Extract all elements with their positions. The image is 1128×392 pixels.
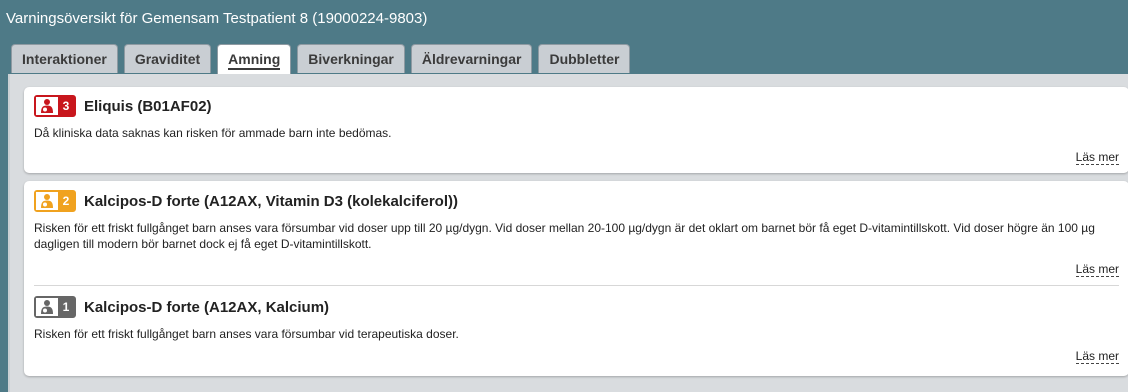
tab-label: Graviditet [134,51,201,67]
warning-description: Då kliniska data saknas kan risken för a… [34,126,392,140]
warning-card: 3 Eliquis (B01AF02) Då kliniska data sak… [24,87,1128,173]
tab-dubbletter[interactable]: Dubbletter [538,44,631,73]
severity-level: 3 [58,97,74,115]
tab-label: Äldrevarningar [421,51,522,67]
severity-level: 2 [58,192,74,210]
read-more-link[interactable]: Läs mer [1075,262,1119,277]
warning-overview-window: Varningsöversikt för Gemensam Testpatien… [0,0,1128,392]
warning-entry: 1 Kalcipos-D forte (A12AX, Kalcium) Risk… [24,296,1128,376]
warning-description: Risken för ett friskt fullgånget barn an… [34,221,1095,251]
breastfeeding-icon [36,192,58,210]
tab-label: Amning [228,51,281,70]
warning-header: 1 Kalcipos-D forte (A12AX, Kalcium) [34,296,1128,318]
tab-label: Biverkningar [308,51,394,67]
breastfeeding-icon [36,298,58,316]
warning-header: 3 Eliquis (B01AF02) [34,95,1128,117]
tab-biverkningar[interactable]: Biverkningar [297,44,405,73]
warning-entry: 3 Eliquis (B01AF02) Då kliniska data sak… [24,87,1128,181]
tab-label: Interaktioner [22,51,107,67]
tab-graviditet[interactable]: Graviditet [123,44,212,73]
tab-bar: Interaktioner Graviditet Amning Biverkni… [11,44,631,75]
warning-header: 2 Kalcipos-D forte (A12AX, Vitamin D3 (k… [34,190,1128,212]
tab-panel-amning: 3 Eliquis (B01AF02) Då kliniska data sak… [8,74,1128,392]
tab-aldrevarningar[interactable]: Äldrevarningar [410,44,533,73]
drug-title: Kalcipos-D forte (A12AX, Kalcium) [84,298,330,316]
tab-amning[interactable]: Amning [217,44,292,75]
drug-title: Eliquis (B01AF02) [84,97,212,115]
window-title: Varningsöversikt för Gemensam Testpatien… [6,10,428,27]
severity-badge: 1 [34,296,76,318]
read-more-link[interactable]: Läs mer [1075,349,1119,364]
warning-card: 2 Kalcipos-D forte (A12AX, Vitamin D3 (k… [24,181,1128,376]
severity-badge: 3 [34,95,76,117]
severity-badge: 2 [34,190,76,212]
tab-interaktioner[interactable]: Interaktioner [11,44,118,73]
breastfeeding-icon [36,97,58,115]
warning-description: Risken för ett friskt fullgånget barn an… [34,327,459,341]
entry-divider [34,285,1119,286]
warning-entry: 2 Kalcipos-D forte (A12AX, Vitamin D3 (k… [24,181,1128,290]
tab-label: Dubbletter [549,51,620,67]
severity-level: 1 [58,298,74,316]
drug-title: Kalcipos-D forte (A12AX, Vitamin D3 (kol… [84,192,458,210]
read-more-link[interactable]: Läs mer [1075,150,1119,165]
